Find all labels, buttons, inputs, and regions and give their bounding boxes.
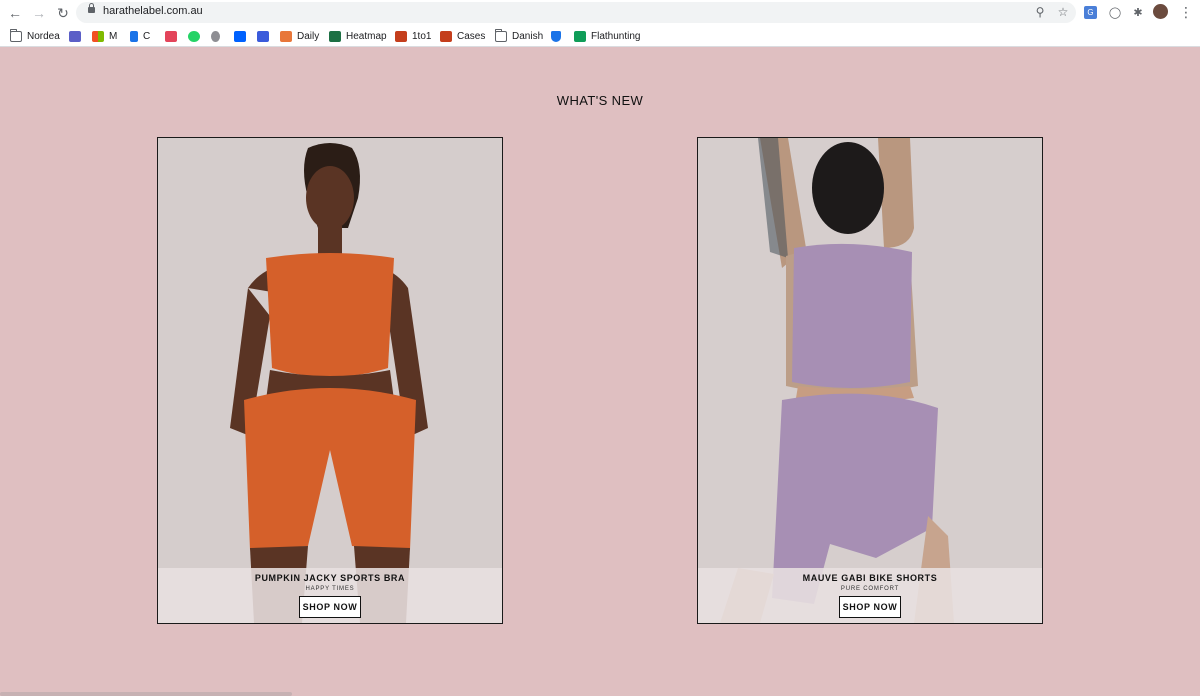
product-caption: MAUVE GABI BIKE SHORTS PURE COMFORT SHOP… [698,568,1042,623]
url-text[interactable]: harathelabel.com.au [103,5,203,17]
microsoft-icon [92,30,104,42]
forward-icon[interactable]: → [30,4,48,22]
bookmark-teams[interactable] [69,29,86,43]
product-subtitle: PURE COMFORT [840,586,900,592]
doc-icon [280,30,292,42]
shop-now-button[interactable]: SHOP NOW [839,596,901,618]
bookmark-nordea[interactable]: Nordea [10,28,60,43]
bookmark-danish[interactable]: Danish [495,28,543,43]
product-card-pumpkin[interactable]: PUMPKIN JACKY SPORTS BRA HAPPY TIMES SHO… [157,137,503,624]
excel-icon [329,30,341,42]
bookmark-dropbox[interactable] [234,29,251,43]
product-card-mauve[interactable]: MAUVE GABI BIKE SHORTS PURE COMFORT SHOP… [697,137,1043,624]
bookmark-daily[interactable]: Daily [280,29,319,43]
menu-icon[interactable]: ⋮ [1178,4,1194,20]
bookmark-c[interactable]: C [130,29,150,43]
shield-icon [551,30,561,42]
browser-toolbar: ← → ↻ harathelabel.com.au ⚲ ☆ G ◯ ✱ ⋮ [0,0,1200,25]
shop-now-button[interactable]: SHOP NOW [299,596,361,618]
teams-icon [69,30,81,42]
translate-icon[interactable]: G [1084,6,1097,19]
bookmark-clock[interactable] [257,29,274,43]
product-subtitle: HAPPY TIMES [305,586,355,592]
reload-icon[interactable]: ↻ [54,4,72,22]
product-title[interactable]: PUMPKIN JACKY SPORTS BRA [158,573,502,583]
bookmark-heatmap[interactable]: Heatmap [329,29,387,43]
product-title[interactable]: MAUVE GABI BIKE SHORTS [698,573,1042,583]
dropbox-icon [234,30,246,42]
product-caption: PUMPKIN JACKY SPORTS BRA HAPPY TIMES SHO… [158,568,502,623]
product-photo[interactable] [698,138,1042,623]
clock-icon [257,30,269,42]
folder-icon [10,28,22,42]
date-icon [165,30,177,42]
bookmark-cases[interactable]: Cases [440,29,485,43]
apple-icon [211,30,220,42]
powerpoint-icon [440,30,452,42]
pocket-icon[interactable]: ◯ [1107,4,1123,20]
bookmark-star-icon[interactable]: ☆ [1055,4,1071,20]
back-icon[interactable]: ← [6,4,24,22]
bookmark-shield[interactable] [551,29,566,43]
bookmark-1to1[interactable]: 1to1 [395,29,431,43]
extensions-icon[interactable]: ✱ [1130,4,1146,20]
horizontal-scrollbar[interactable] [0,692,292,696]
bookmark-whatsapp[interactable] [188,29,205,43]
whatsapp-icon [188,30,200,42]
lock-icon [88,3,95,13]
calendar-icon [130,30,138,42]
bookmark-flathunting[interactable]: Flathunting [574,29,640,43]
profile-avatar[interactable] [1153,4,1168,19]
bookmark-date[interactable] [165,29,182,43]
bookmarks-bar: Nordea M C Daily Heatmap 1to1 Cases Dani… [0,25,1200,47]
product-photo[interactable] [158,138,502,623]
folder-icon [495,28,507,42]
bookmark-apple[interactable] [211,29,225,43]
address-bar[interactable] [76,2,1076,23]
zoom-icon[interactable]: ⚲ [1032,4,1048,20]
page-title: WHAT'S NEW [556,93,644,108]
bookmark-m[interactable]: M [92,29,117,43]
powerpoint-icon [395,30,407,42]
sheets-icon [574,30,586,42]
